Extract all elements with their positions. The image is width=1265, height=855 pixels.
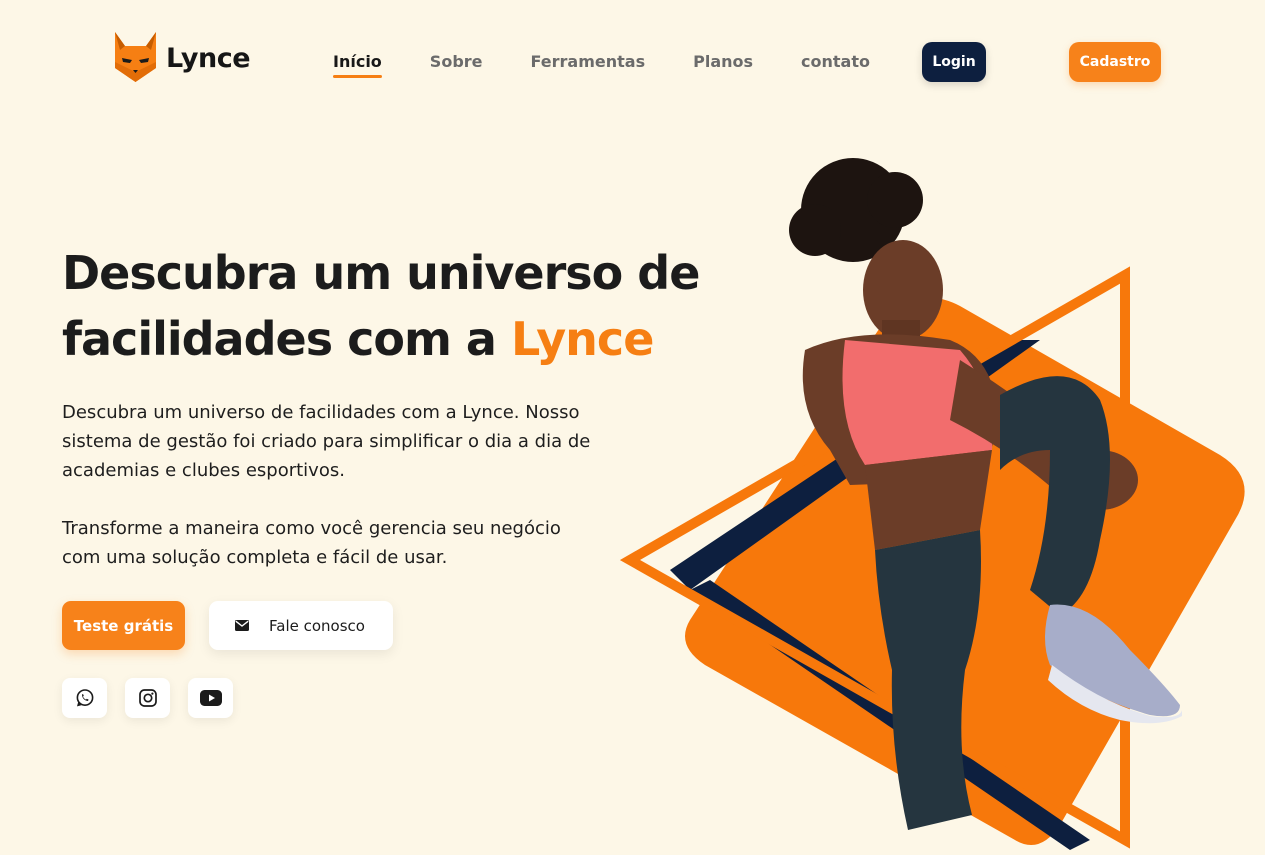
hero-title-line2: facilidades com a	[62, 312, 511, 366]
nav-item-inicio[interactable]: Início	[333, 52, 382, 78]
whatsapp-button[interactable]	[62, 678, 107, 718]
signup-button[interactable]: Cadastro	[1069, 42, 1161, 82]
instagram-icon	[138, 689, 157, 707]
main-nav: Início Sobre Ferramentas Planos contato	[333, 52, 918, 78]
whatsapp-icon	[76, 689, 93, 707]
contact-button-label: Fale conosco	[269, 616, 365, 635]
envelope-icon	[235, 620, 249, 631]
contact-button[interactable]: Fale conosco	[209, 601, 393, 650]
free-trial-button[interactable]: Teste grátis	[62, 601, 185, 650]
youtube-icon	[199, 690, 222, 706]
brand-logo[interactable]: Lynce	[113, 32, 251, 84]
instagram-button[interactable]	[125, 678, 170, 718]
nav-item-sobre[interactable]: Sobre	[430, 52, 483, 71]
hero-paragraph-2: Transforme a maneira como você gerencia …	[62, 518, 561, 568]
hero-paragraph-1: Descubra um universo de facilidades com …	[62, 402, 591, 481]
hero-illustration	[620, 158, 1245, 850]
landing-page: Lynce Início Sobre Ferramentas Planos co…	[0, 0, 1265, 855]
nav-item-planos[interactable]: Planos	[693, 52, 753, 71]
youtube-button[interactable]	[188, 678, 233, 718]
hero-title-line1: Descubra um universo de	[62, 246, 700, 300]
brand-name: Lynce	[166, 42, 251, 74]
nav-item-contato[interactable]: contato	[801, 52, 870, 71]
nav-item-ferramentas[interactable]: Ferramentas	[531, 52, 646, 71]
lynx-logo-icon	[115, 32, 156, 82]
login-button[interactable]: Login	[922, 42, 986, 82]
